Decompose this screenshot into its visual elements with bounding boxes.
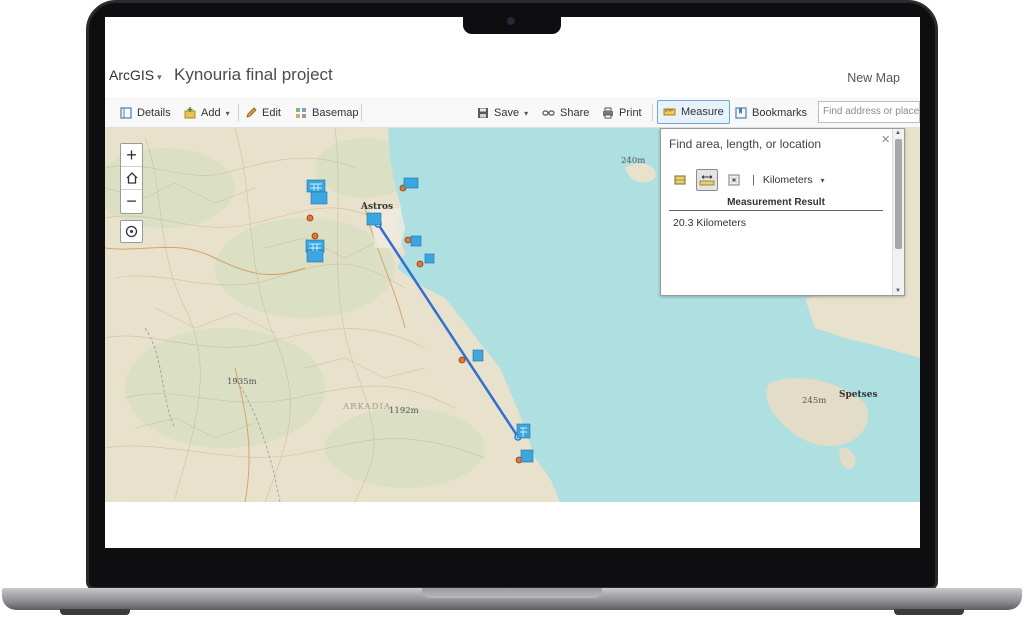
- save-button[interactable]: Save ▾: [477, 103, 528, 123]
- laptop-base-groove: [422, 588, 602, 598]
- map-label-elevation: 240m: [621, 156, 646, 166]
- measure-panel-title: Find area, length, or location: [669, 137, 822, 151]
- area-icon: [674, 175, 686, 185]
- details-icon: [120, 107, 132, 119]
- new-map-button[interactable]: New Map: [847, 71, 900, 85]
- toolbar-divider: [652, 104, 653, 121]
- arcgis-menu[interactable]: ArcGIS ▾: [109, 67, 162, 83]
- blank-area: [105, 502, 920, 548]
- distance-tool-button[interactable]: [696, 169, 718, 191]
- map-label-elevation: 245m: [802, 396, 827, 406]
- tools-divider: |: [752, 174, 755, 186]
- plus-icon: +: [126, 144, 137, 165]
- print-button[interactable]: Print: [602, 103, 642, 123]
- chevron-down-icon: ▾: [225, 108, 230, 118]
- share-button[interactable]: Share: [542, 103, 589, 123]
- brand-label: ArcGIS: [109, 67, 155, 83]
- area-tool-button[interactable]: [669, 169, 691, 191]
- screen: ArcGIS ▾ Kynouria final project New Map D…: [105, 17, 920, 548]
- share-link-icon: [542, 110, 555, 116]
- ruler-icon: [663, 108, 676, 116]
- save-label: Save: [494, 107, 520, 119]
- laptop-foot-left: [60, 609, 130, 615]
- scroll-down-icon: ▼: [895, 288, 901, 294]
- location-grid-icon: [728, 174, 740, 186]
- basemap-grid-icon: [296, 108, 306, 118]
- chevron-down-icon: ▾: [157, 72, 162, 82]
- map-label-astros: Astros: [361, 202, 394, 212]
- measure-label: Measure: [681, 106, 724, 118]
- chevron-down-icon: ▾: [524, 108, 529, 118]
- basemap-button[interactable]: Basemap: [295, 103, 358, 123]
- bookmark-icon: [735, 107, 747, 119]
- scroll-up-icon: ▲: [895, 130, 901, 136]
- map-label-spetses: Spetses: [839, 390, 878, 400]
- measure-panel: Find area, length, or location × | Kilom…: [660, 128, 905, 296]
- locate-button[interactable]: [120, 220, 143, 243]
- map-label-elevation: 1192m: [389, 406, 419, 416]
- zoom-in-button[interactable]: +: [121, 144, 142, 167]
- measure-tools: | Kilometers ▾: [669, 169, 824, 191]
- add-button[interactable]: Add ▾: [184, 103, 230, 123]
- minus-icon: −: [126, 191, 137, 211]
- close-icon[interactable]: ×: [881, 131, 890, 148]
- bookmarks-button[interactable]: Bookmarks: [735, 103, 807, 123]
- zoom-control: + −: [120, 143, 143, 214]
- distance-icon: [699, 175, 715, 186]
- map-label-elevation: 1935m: [227, 377, 257, 387]
- crosshair-icon: [125, 225, 138, 238]
- printer-icon: [603, 107, 613, 119]
- camera-icon: [507, 17, 515, 25]
- add-layer-icon: [184, 107, 196, 119]
- map-view[interactable]: Astros Spetses 240m 1935m 1192m 245m ARK…: [105, 128, 920, 502]
- bookmarks-label: Bookmarks: [752, 107, 808, 119]
- floppy-disk-icon: [478, 108, 488, 118]
- add-label: Add: [201, 107, 221, 119]
- home-icon: [126, 172, 137, 184]
- toolbar-divider: [361, 104, 362, 121]
- home-button[interactable]: [121, 167, 142, 190]
- measure-button[interactable]: Measure: [657, 100, 730, 124]
- details-button[interactable]: Details: [120, 103, 171, 123]
- edit-label: Edit: [262, 107, 281, 119]
- toolbar-divider: [238, 104, 239, 121]
- print-label: Print: [619, 107, 642, 119]
- measurement-result-header: Measurement Result: [669, 197, 883, 211]
- chevron-down-icon: ▾: [820, 175, 825, 185]
- details-label: Details: [137, 107, 171, 119]
- scrollbar-thumb[interactable]: [895, 139, 902, 249]
- measurement-result-value: 20.3 Kilometers: [673, 217, 746, 229]
- edit-button[interactable]: Edit: [245, 103, 281, 123]
- toolbar: Details Add ▾ Edit Basemap Save ▾ Share Pr…: [105, 97, 920, 128]
- map-label-region: ARKADIA: [343, 402, 391, 412]
- location-tool-button[interactable]: [723, 169, 745, 191]
- pencil-icon: [246, 107, 257, 118]
- share-label: Share: [560, 107, 590, 119]
- search-input[interactable]: Find address or place: [818, 101, 920, 123]
- zoom-out-button[interactable]: −: [121, 190, 142, 213]
- units-label: Kilometers: [762, 174, 813, 186]
- basemap-label: Basemap: [312, 107, 359, 119]
- units-dropdown[interactable]: Kilometers ▾: [763, 174, 825, 186]
- laptop-foot-right: [894, 609, 964, 615]
- panel-scrollbar[interactable]: ▲ ▼: [892, 129, 904, 295]
- map-title: Kynouria final project: [174, 65, 333, 84]
